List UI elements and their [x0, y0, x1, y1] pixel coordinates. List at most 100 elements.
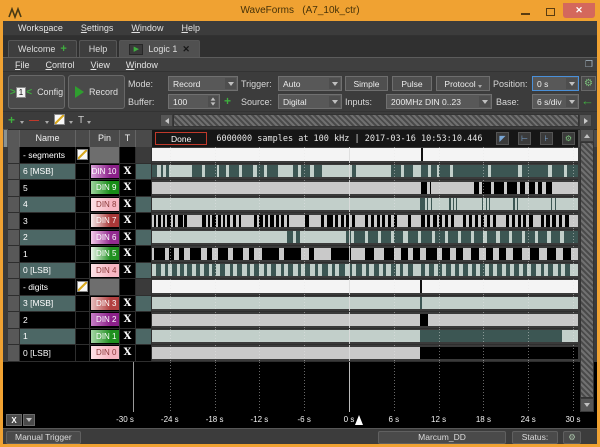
tab-help[interactable]: Help: [79, 40, 118, 57]
pin-badge[interactable]: DIN 10: [91, 165, 119, 178]
row-handle[interactable]: [8, 246, 20, 263]
zoom-fit-icon[interactable]: ◤: [496, 132, 509, 145]
row-handle[interactable]: [8, 213, 20, 230]
trigger-cell[interactable]: X: [120, 296, 136, 313]
pin-badge[interactable]: DIN 9: [91, 181, 119, 194]
manual-trigger-button[interactable]: Manual Trigger: [6, 431, 81, 444]
icon-cell[interactable]: [76, 147, 90, 164]
config-button[interactable]: >1< Config: [8, 75, 65, 109]
trigger-cell[interactable]: X: [120, 164, 136, 181]
channel-name[interactable]: 1: [20, 246, 76, 263]
pin-badge[interactable]: DIN 7: [91, 214, 119, 227]
pin-badge[interactable]: DIN 8: [91, 198, 119, 211]
channel-name[interactable]: 6 [MSB]: [20, 164, 76, 181]
vscroll-down-icon[interactable]: [580, 398, 594, 412]
chevron-down-icon[interactable]: [87, 121, 91, 124]
waveform[interactable]: [152, 197, 578, 214]
waveform[interactable]: [152, 296, 578, 313]
close-icon[interactable]: ✕: [563, 3, 595, 18]
edit-pencil-icon[interactable]: [77, 281, 88, 292]
trigger-cell[interactable]: X: [120, 197, 136, 214]
instrument-menu-item-view[interactable]: View: [84, 60, 117, 70]
pin-column-header[interactable]: Pin: [90, 130, 120, 148]
trigger-select[interactable]: Auto: [278, 76, 342, 91]
waveform[interactable]: [152, 312, 578, 329]
trigger-cell[interactable]: X: [120, 263, 136, 280]
buffer-stepper[interactable]: 100: [168, 94, 220, 109]
close-tab-icon[interactable]: ✕: [182, 44, 190, 55]
instrument-menu-item-file[interactable]: File: [8, 60, 37, 70]
inputs-select[interactable]: 200MHz DIN 0..23: [386, 94, 492, 109]
trigger-cell[interactable]: X: [120, 246, 136, 263]
undo-arrow-icon[interactable]: ←: [581, 93, 594, 108]
protocol-button[interactable]: Protocol: [436, 76, 490, 91]
channel-name[interactable]: 1: [20, 329, 76, 346]
stepper-arrows-icon[interactable]: [208, 96, 218, 107]
record-button[interactable]: Record: [68, 75, 125, 109]
base-select[interactable]: 6 s/div: [532, 94, 579, 109]
channel-name[interactable]: 3 [MSB]: [20, 296, 76, 313]
hscroll-left-icon[interactable]: [160, 114, 173, 127]
horizontal-scrollbar[interactable]: [173, 114, 579, 127]
instrument-menu-item-window[interactable]: Window: [119, 60, 165, 70]
channel-name[interactable]: - segments: [20, 147, 76, 164]
pin-badge[interactable]: DIN 3: [91, 297, 119, 310]
edit-pencil-icon[interactable]: [77, 149, 88, 160]
channel-name[interactable]: 4: [20, 197, 76, 214]
titlebar[interactable]: WaveForms (A7_10k_ctr) ✕: [3, 3, 597, 21]
waveform[interactable]: [152, 246, 578, 263]
minimize-icon[interactable]: [513, 3, 538, 18]
status-ok-button[interactable]: Status: OK: [512, 431, 558, 444]
fit-height-icon[interactable]: ⊢: [518, 132, 531, 145]
row-handle[interactable]: [8, 329, 20, 346]
waveform[interactable]: [152, 147, 578, 164]
settings-gear-icon[interactable]: ⚙: [563, 431, 581, 444]
row-handle[interactable]: [8, 263, 20, 280]
hscroll-right-icon[interactable]: [579, 114, 592, 127]
menubar-item-help[interactable]: Help: [174, 23, 207, 33]
tab-welcome[interactable]: Welcome+: [8, 40, 77, 57]
name-column-header[interactable]: Name: [20, 130, 76, 148]
row-handle[interactable]: [8, 312, 20, 329]
vscroll-track[interactable]: [580, 142, 594, 398]
pin-badge[interactable]: DIN 0: [91, 346, 119, 359]
pulse-button[interactable]: Pulse: [392, 76, 432, 91]
row-handle[interactable]: [8, 296, 20, 313]
row-handle[interactable]: [8, 164, 20, 181]
edit-channel-pencil-icon[interactable]: [54, 114, 65, 125]
pin-badge[interactable]: DIN 5: [91, 247, 119, 260]
trigger-cell[interactable]: X: [120, 329, 136, 346]
position-options-gear-icon[interactable]: ⚙: [581, 76, 596, 91]
position-input[interactable]: 0 s: [532, 76, 579, 91]
remove-channel-icon[interactable]: —: [29, 114, 39, 127]
waveform[interactable]: [152, 213, 578, 230]
channel-name[interactable]: 0 [LSB]: [20, 263, 76, 280]
pin-badge[interactable]: DIN 2: [91, 313, 119, 326]
mode-select[interactable]: Record: [168, 76, 238, 91]
instrument-menu-item-control[interactable]: Control: [39, 60, 82, 70]
chevron-down-icon[interactable]: [20, 121, 24, 124]
channel-name[interactable]: 2: [20, 312, 76, 329]
add-buffer-icon[interactable]: +: [224, 94, 231, 108]
channel-name[interactable]: 0 [LSB]: [20, 345, 76, 362]
waveform[interactable]: [152, 279, 578, 296]
channel-name[interactable]: 5: [20, 180, 76, 197]
axis-options-icon[interactable]: [23, 414, 35, 426]
plot-settings-gear-icon[interactable]: ⚙: [562, 132, 575, 145]
tab-logic-1[interactable]: ▶Logic 1✕: [119, 40, 200, 57]
trigger-cell[interactable]: X: [120, 180, 136, 197]
trigger-cell[interactable]: X: [120, 213, 136, 230]
pin-badge[interactable]: DIN 1: [91, 330, 119, 343]
row-handle[interactable]: [8, 197, 20, 214]
channel-name[interactable]: - digits: [20, 279, 76, 296]
device-button[interactable]: Marcum_DD SN:210321A494FA: [378, 431, 506, 444]
icon-cell[interactable]: [76, 279, 90, 296]
trigger-column-header[interactable]: T: [120, 130, 136, 148]
axis-x-button[interactable]: X: [6, 414, 22, 426]
row-handle[interactable]: [8, 147, 20, 164]
source-select[interactable]: Digital: [278, 94, 342, 109]
waveform[interactable]: [152, 180, 578, 197]
row-handle[interactable]: [8, 230, 20, 247]
vscroll-up-icon[interactable]: [580, 129, 594, 142]
simple-button[interactable]: Simple: [345, 76, 388, 91]
